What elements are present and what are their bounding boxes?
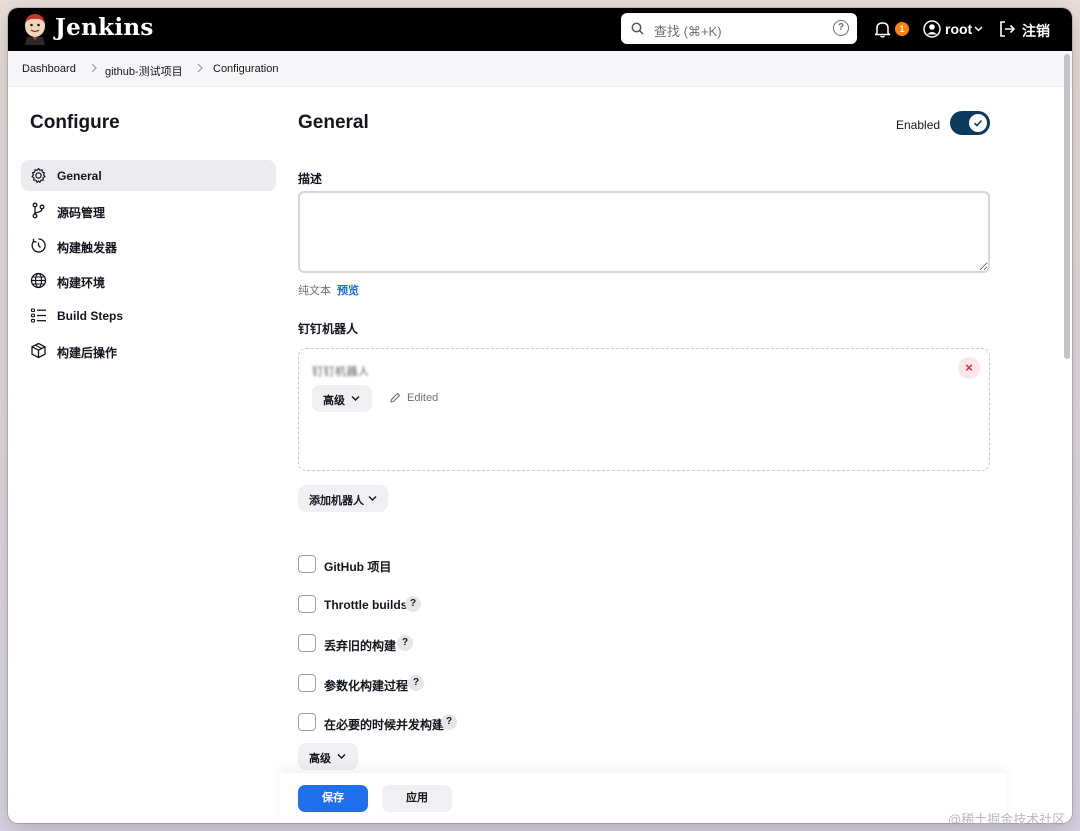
sidebar-title: Configure	[30, 112, 120, 133]
chevron-down-icon	[351, 396, 360, 401]
package-icon	[31, 342, 46, 359]
add-robot-label: 添加机器人	[309, 495, 364, 507]
add-robot-button[interactable]: 添加机器人	[298, 485, 388, 512]
user-menu-name[interactable]: root	[945, 21, 972, 37]
checkbox-label[interactable]: 参数化构建过程	[324, 677, 408, 694]
edited-indicator: Edited	[407, 392, 439, 404]
chevron-down-icon[interactable]	[974, 25, 983, 33]
top-header: Jenkins 查找 (⌘+K) ? 1 root 注销	[8, 8, 1072, 51]
watermark: @稀土掘金技术社区	[948, 812, 1066, 827]
help-icon[interactable]: ?	[441, 714, 457, 730]
notification-bell-icon[interactable]	[874, 20, 891, 38]
notification-badge: 1	[895, 22, 909, 36]
checkbox[interactable]	[298, 674, 316, 692]
help-icon[interactable]: ?	[405, 596, 421, 612]
brand-name[interactable]: Jenkins	[55, 14, 154, 41]
robot-name: 钉钉机器人	[312, 366, 370, 378]
remove-robot-button[interactable]: ×	[958, 357, 980, 379]
list-icon	[30, 308, 46, 323]
enabled-label: Enabled	[896, 118, 941, 132]
checkbox-label[interactable]: 在必要的时候并发构建	[324, 716, 444, 733]
branch-icon	[32, 202, 45, 219]
sidebar-item-source-control[interactable]: 源码管理	[21, 195, 276, 226]
chevron-down-icon	[337, 754, 346, 759]
checkbox-label[interactable]: GitHub 项目	[324, 558, 391, 575]
advanced-label: 高级	[309, 753, 331, 765]
help-icon[interactable]: ?	[408, 675, 424, 691]
sidebar-item-build-environment[interactable]: 构建环境	[21, 265, 276, 296]
globe-icon	[30, 272, 47, 289]
gear-icon	[31, 167, 46, 183]
save-button[interactable]: 保存	[298, 785, 368, 812]
sidebar-item-label: 构建环境	[57, 276, 106, 290]
robot-advanced-label: 高级	[323, 395, 345, 407]
apply-button[interactable]: 应用	[382, 785, 452, 812]
description-label: 描述	[298, 172, 323, 186]
robot-advanced-button[interactable]: 高级	[312, 385, 372, 412]
description-textarea[interactable]	[298, 191, 990, 273]
checkbox[interactable]	[298, 555, 316, 573]
help-icon[interactable]: ?	[397, 635, 413, 651]
sidebar-item-label: General	[57, 169, 102, 183]
form-action-bar: 保存 应用	[280, 773, 1006, 823]
checkbox-label[interactable]: Throttle builds	[324, 598, 407, 612]
sidebar-item-post-build[interactable]: 构建后操作	[21, 335, 276, 366]
user-avatar-icon[interactable]	[923, 20, 941, 38]
chevron-right-icon	[197, 63, 203, 73]
browser-window: Jenkins 查找 (⌘+K) ? 1 root 注销 Dashboard g…	[8, 8, 1072, 823]
sidebar-item-label: 构建触发器	[57, 241, 118, 255]
logout-icon[interactable]	[998, 20, 1016, 38]
pencil-icon	[390, 392, 401, 403]
breadcrumb-configuration[interactable]: Configuration	[213, 63, 278, 75]
checkbox-label[interactable]: 丢弃旧的构建	[324, 637, 396, 654]
advanced-button[interactable]: 高级	[298, 743, 358, 770]
sidebar-item-label: 构建后操作	[57, 346, 118, 360]
breadcrumb-project[interactable]: github-测试项目	[105, 63, 183, 79]
breadcrumb-dashboard[interactable]: Dashboard	[22, 63, 76, 75]
toggle-knob	[969, 114, 987, 132]
section-title: General	[298, 112, 369, 133]
jenkins-logo-icon[interactable]	[22, 13, 48, 45]
checkbox[interactable]	[298, 713, 316, 731]
sidebar-item-build-triggers[interactable]: 构建触发器	[21, 230, 276, 261]
checkbox[interactable]	[298, 634, 316, 652]
search-placeholder: 查找 (⌘+K)	[654, 24, 722, 39]
dingtalk-robot-label: 钉钉机器人	[298, 322, 359, 336]
chevron-right-icon	[91, 63, 97, 73]
search-box[interactable]: 查找 (⌘+K) ?	[621, 13, 857, 44]
sidebar-item-build-steps[interactable]: Build Steps	[21, 300, 276, 331]
search-help-icon[interactable]: ?	[833, 20, 849, 36]
breadcrumb: Dashboard github-测试项目 Configuration	[8, 51, 1072, 87]
enabled-toggle[interactable]	[950, 111, 990, 135]
sidebar-item-general[interactable]: General	[21, 160, 276, 191]
preview-link[interactable]: 预览	[337, 282, 359, 298]
sidebar-item-label: Build Steps	[57, 309, 124, 323]
dingtalk-robot-card: 钉钉机器人 × 高级 Edited	[298, 348, 990, 471]
chevron-down-icon	[368, 496, 377, 501]
sidebar-item-label: 源码管理	[57, 206, 106, 220]
plain-text-label: 纯文本	[298, 285, 331, 297]
page-scrollbar[interactable]	[1064, 54, 1070, 359]
checkbox[interactable]	[298, 595, 316, 613]
check-icon	[973, 119, 983, 127]
search-icon	[631, 22, 644, 35]
logout-link[interactable]: 注销	[1022, 21, 1050, 41]
timer-icon	[31, 238, 46, 253]
